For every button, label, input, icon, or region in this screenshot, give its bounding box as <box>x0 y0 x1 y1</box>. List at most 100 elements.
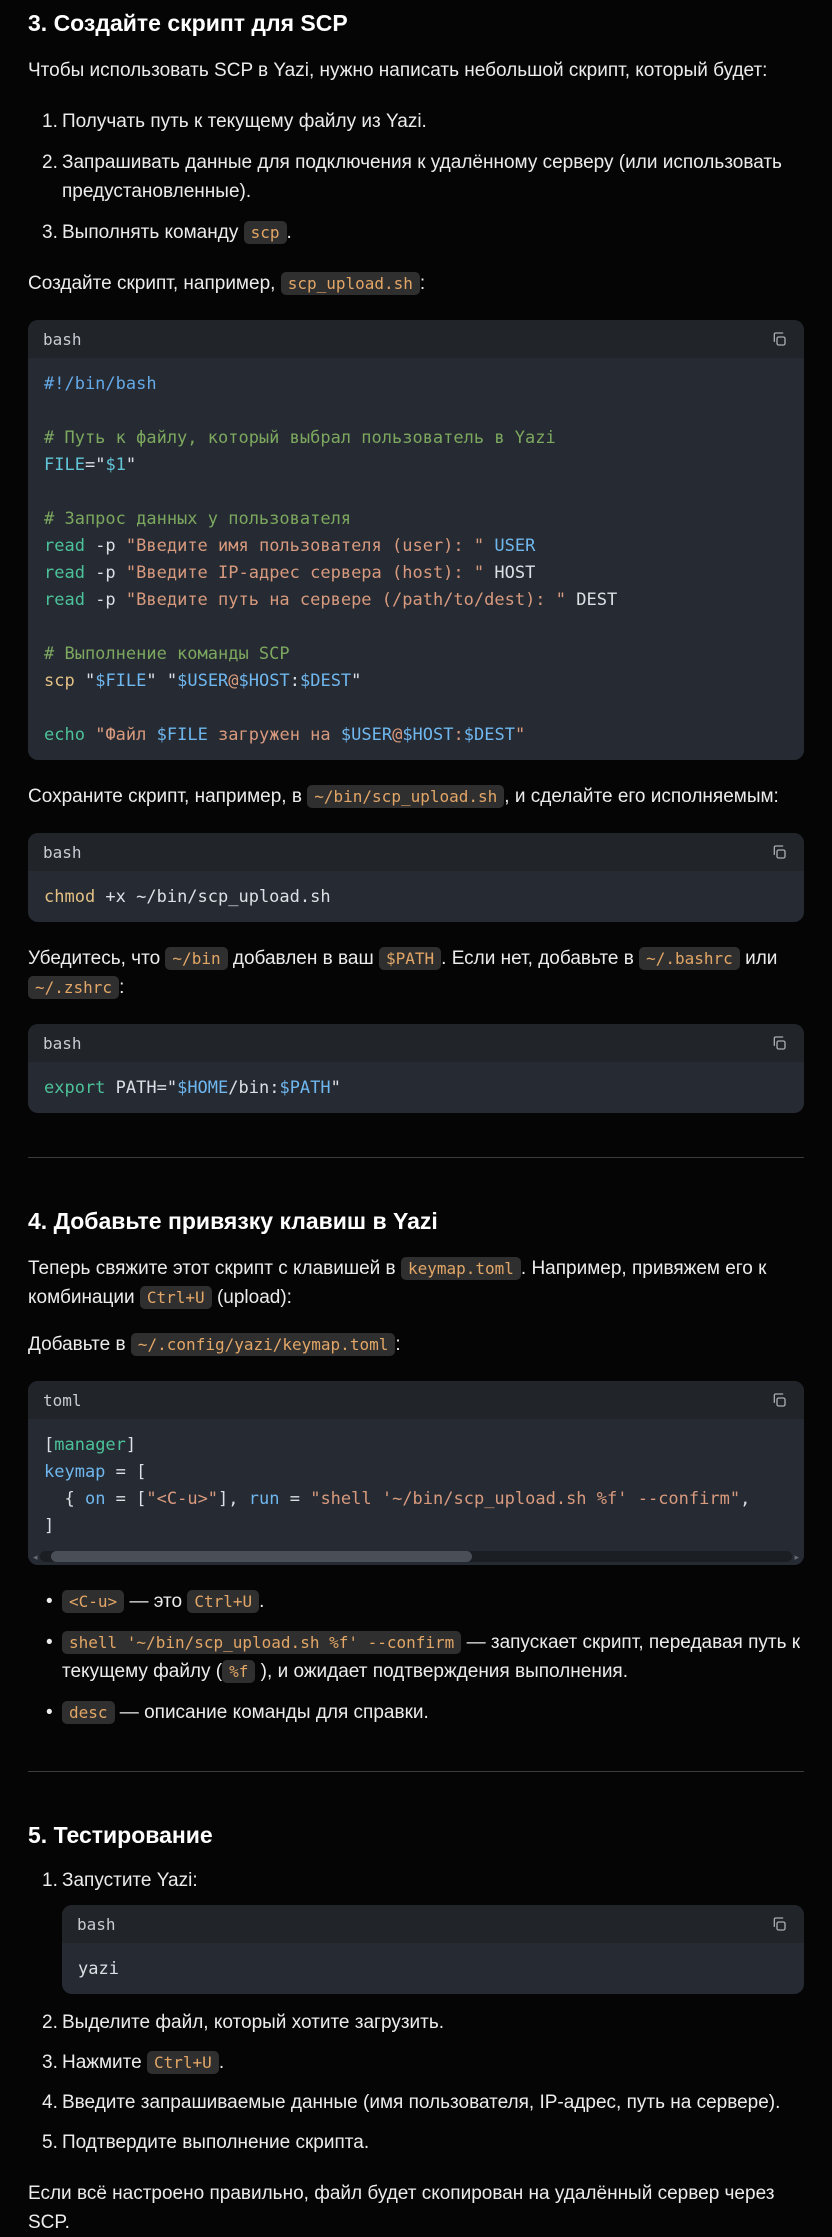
text-segment: Нажмите <box>62 2052 147 2073</box>
text-segment: : <box>395 1334 400 1355</box>
copy-icon <box>771 1916 787 1932</box>
code-line: chmod +x ~/bin/scp_upload.sh <box>44 884 788 911</box>
code-language-label: bash <box>43 325 82 354</box>
bullet-list-keymap-notes: <C-u> — это Ctrl+U. shell '~/bin/scp_upl… <box>28 1587 804 1727</box>
code-line: ] <box>44 1513 788 1540</box>
code-block-body: chmod +x ~/bin/scp_upload.sh <box>28 871 804 922</box>
code-block-header: bash <box>28 1024 804 1062</box>
code-block-chmod: bash chmod +x ~/bin/scp_upload.sh <box>28 833 804 922</box>
code-language-label: bash <box>43 1029 82 1058</box>
text-segment: Добавьте в <box>28 1334 131 1355</box>
text-segment: Получать путь к текущему файлу из Yazi. <box>62 111 427 132</box>
list-item: Запустите Yazi: bash yazi <box>28 1866 804 1994</box>
section-divider <box>28 1771 804 1772</box>
code-line: FILE="$1" <box>44 452 788 479</box>
code-line: read -p "Введите путь на сервере (/path/… <box>44 587 788 614</box>
code-line: read -p "Введите IP-адрес сервера (host)… <box>44 560 788 587</box>
text-segment: Запрашивать данные для подключения к уда… <box>62 152 782 202</box>
paragraph-create-script: Создайте скрипт, например, scp_upload.sh… <box>28 269 804 298</box>
copy-icon <box>771 1392 787 1408</box>
section-divider <box>28 1157 804 1158</box>
code-block-header: bash <box>62 1905 804 1943</box>
inline-code: <C-u> <box>62 1590 124 1613</box>
code-block-scp-script: bash #!/bin/bash # Путь к файлу, который… <box>28 320 804 760</box>
scrollbar-track[interactable] <box>40 1551 793 1562</box>
copy-code-button[interactable] <box>769 1033 789 1053</box>
text-segment: . Если нет, добавьте в <box>441 948 639 969</box>
text-segment: или <box>740 948 778 969</box>
copy-code-button[interactable] <box>769 842 789 862</box>
scroll-left-arrow[interactable]: ◂ <box>31 1552 40 1562</box>
list-item-text: Получать путь к текущему файлу из Yazi. <box>62 111 427 132</box>
ordered-list-script-goals: Получать путь к текущему файлу из Yazi. … <box>28 107 804 247</box>
list-item: desc — описание команды для справки. <box>28 1698 804 1727</box>
inline-code: Ctrl+U <box>147 2051 219 2074</box>
ordered-list-testing-steps: Запустите Yazi: bash yazi Выделите файл,… <box>28 1866 804 2157</box>
code-block-export-path: bash export PATH="$HOME/bin:$PATH" <box>28 1024 804 1113</box>
code-line <box>44 398 788 425</box>
code-line <box>44 479 788 506</box>
code-block-keymap-toml: toml [manager]keymap = [ { on = ["<C-u>"… <box>28 1381 804 1565</box>
text-segment: Чтобы использовать SCP в Yazi, нужно нап… <box>28 60 767 81</box>
section-heading-3: 3. Создайте скрипт для SCP <box>28 8 804 38</box>
scroll-right-arrow[interactable]: ▸ <box>792 1552 801 1562</box>
list-item: Подтвердите выполнение скрипта. <box>28 2128 804 2157</box>
code-line: #!/bin/bash <box>44 371 788 398</box>
inline-code: keymap.toml <box>401 1257 521 1280</box>
text-segment: . <box>287 222 292 243</box>
code-block-header: bash <box>28 320 804 358</box>
code-line: keymap = [ <box>44 1459 788 1486</box>
list-item-text: shell '~/bin/scp_upload.sh %f' --confirm… <box>62 1632 800 1682</box>
list-item-text: Запустите Yazi: <box>62 1870 198 1891</box>
inline-code: %f <box>222 1660 255 1683</box>
list-item-text: Нажмите Ctrl+U. <box>62 2052 224 2073</box>
inline-code: ~/.config/yazi/keymap.toml <box>131 1333 395 1356</box>
code-line: yazi <box>78 1956 788 1983</box>
text-segment: — описание команды для справки. <box>115 1702 429 1723</box>
list-item: Запрашивать данные для подключения к уда… <box>28 148 804 206</box>
list-item-text: Запрашивать данные для подключения к уда… <box>62 152 782 202</box>
list-item: Выделите файл, который хотите загрузить. <box>28 2008 804 2037</box>
text-segment: Создайте скрипт, например, <box>28 273 281 294</box>
horizontal-scrollbar[interactable]: ◂ ▸ <box>28 1551 804 1565</box>
code-block-body: export PATH="$HOME/bin:$PATH" <box>28 1062 804 1113</box>
text-segment: (upload): <box>212 1287 292 1308</box>
list-item-text: Выполнять команду scp. <box>62 222 292 243</box>
copy-code-button[interactable] <box>769 1390 789 1410</box>
text-segment: Теперь свяжите этот скрипт с клавишей в <box>28 1258 401 1279</box>
inline-code: Ctrl+U <box>187 1590 259 1613</box>
code-language-label: bash <box>43 838 82 867</box>
code-line: echo "Файл $FILE загружен на $USER@$HOST… <box>44 722 788 749</box>
section-heading-4: 4. Добавьте привязку клавиш в Yazi <box>28 1206 804 1236</box>
code-line: { on = ["<C-u>"], run = "shell '~/bin/sc… <box>44 1486 788 1513</box>
text-segment: : <box>420 273 425 294</box>
text-segment: Выделите файл, который хотите загрузить. <box>62 2012 444 2033</box>
section-heading-5: 5. Тестирование <box>28 1820 804 1850</box>
list-item: Выполнять команду scp. <box>28 218 804 247</box>
text-segment: Запустите Yazi: <box>62 1870 198 1891</box>
code-line: export PATH="$HOME/bin:$PATH" <box>44 1075 788 1102</box>
text-segment: Выполнять команду <box>62 222 244 243</box>
list-item-text: Подтвердите выполнение скрипта. <box>62 2132 369 2153</box>
copy-code-button[interactable] <box>769 1914 789 1934</box>
text-segment: добавлен в ваш <box>228 948 379 969</box>
code-block-header: toml <box>28 1381 804 1419</box>
inline-code: $PATH <box>379 947 441 970</box>
chat-message-content: 3. Создайте скрипт для SCP Чтобы использ… <box>0 0 832 2237</box>
code-language-label: bash <box>77 1910 116 1939</box>
text-segment: Введите запрашиваемые данные (имя пользо… <box>62 2092 780 2113</box>
list-item-text: Введите запрашиваемые данные (имя пользо… <box>62 2092 780 2113</box>
scrollbar-thumb[interactable] <box>51 1551 473 1562</box>
code-line: # Запрос данных у пользователя <box>44 506 788 533</box>
text-segment: Убедитесь, что <box>28 948 165 969</box>
text-segment: Подтвердите выполнение скрипта. <box>62 2132 369 2153</box>
list-item-text: Выделите файл, который хотите загрузить. <box>62 2012 444 2033</box>
inline-code: ~/.zshrc <box>28 976 119 999</box>
inline-code: ~/.bashrc <box>639 947 740 970</box>
text-segment: — это <box>124 1591 187 1612</box>
list-item: Получать путь к текущему файлу из Yazi. <box>28 107 804 136</box>
paragraph-path-check: Убедитесь, что ~/bin добавлен в ваш $PAT… <box>28 944 804 1002</box>
text-segment: ), и ожидает подтверждения выполнения. <box>255 1661 628 1682</box>
copy-code-button[interactable] <box>769 329 789 349</box>
code-language-label: toml <box>43 1386 82 1415</box>
